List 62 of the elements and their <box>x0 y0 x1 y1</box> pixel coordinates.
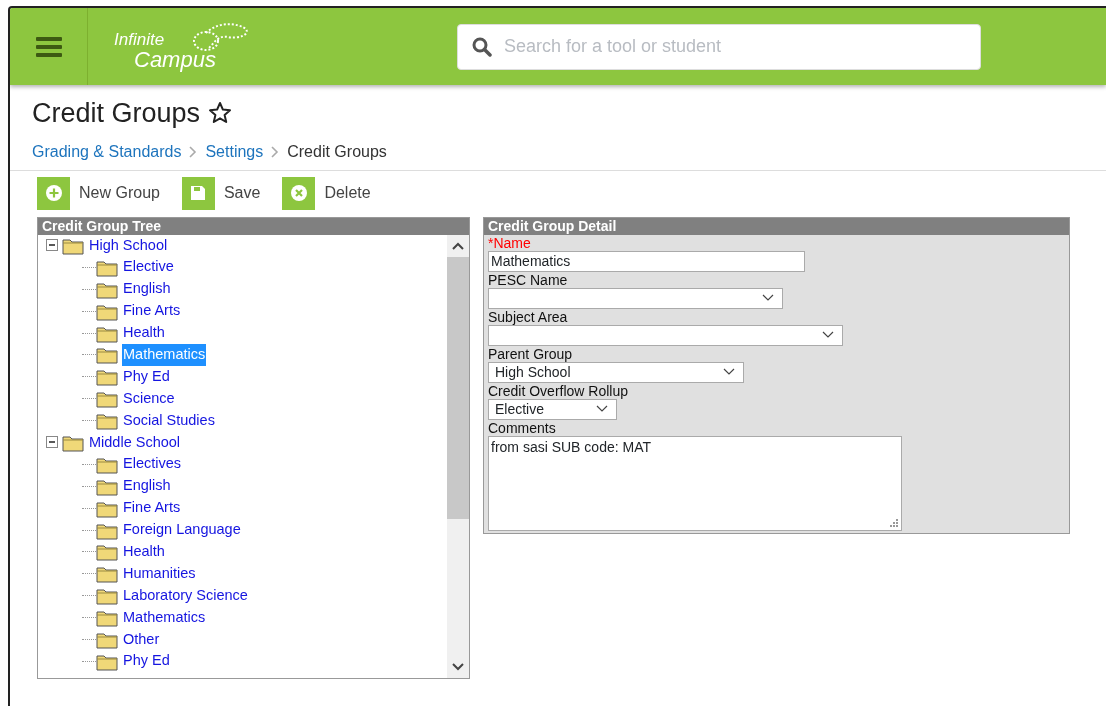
chevron-down-icon <box>596 405 608 413</box>
breadcrumb-link[interactable]: Grading & Standards <box>32 139 182 164</box>
comments-field[interactable]: from sasi SUB code: MAT <box>488 435 902 531</box>
page-title: Credit Groups <box>32 97 201 130</box>
collapse-icon[interactable] <box>46 239 58 252</box>
tree-item[interactable]: Fine Arts <box>122 300 182 322</box>
folder-icon <box>96 564 118 584</box>
tree-item[interactable]: Phy Ed <box>122 650 171 673</box>
close-icon <box>289 184 308 202</box>
star-icon[interactable] <box>208 101 233 126</box>
toolbar-button[interactable]: Save <box>181 176 261 210</box>
dropdown[interactable]: High School <box>488 361 744 383</box>
folder-icon <box>96 608 118 628</box>
field-label: Parent Group <box>487 345 574 362</box>
tree-item[interactable]: Foreign Language <box>122 519 242 541</box>
tree-item[interactable]: Health <box>122 322 166 344</box>
folder-icon <box>96 367 118 387</box>
chevron-icon <box>271 145 280 158</box>
folder-icon <box>96 542 118 562</box>
panel-title: Credit Group Detail <box>484 217 1069 235</box>
tree-item[interactable]: English <box>122 475 172 498</box>
field-label: *Name <box>487 234 532 251</box>
scrollbar-thumb[interactable] <box>447 256 469 519</box>
menu-icon[interactable] <box>35 35 62 58</box>
search-field[interactable]: Search for a tool or student <box>457 23 981 70</box>
tree-item[interactable]: Phy Ed <box>122 365 171 388</box>
tree-item[interactable]: Science <box>122 387 176 410</box>
field-label: Credit Overflow Rollup <box>487 382 630 399</box>
folder-icon <box>96 411 118 431</box>
toolbar-button[interactable]: New Group <box>37 176 160 210</box>
dropdown[interactable]: Elective <box>488 398 617 420</box>
breadcrumb-current: Credit Groups <box>287 141 387 162</box>
tree-item[interactable]: Elective <box>122 256 175 279</box>
tree-item[interactable]: Mathematics <box>122 606 207 629</box>
chevron-down-icon <box>822 331 834 339</box>
field-label: Subject Area <box>487 308 569 325</box>
folder-icon <box>96 586 118 606</box>
field-label: PESC Name <box>487 271 569 288</box>
tree-item[interactable]: Laboratory Science <box>122 584 249 607</box>
toolbar-button[interactable]: Delete <box>282 176 371 210</box>
tree-item[interactable]: Humanities <box>122 562 197 585</box>
field-label: Comments <box>487 419 557 436</box>
text-field[interactable]: Mathematics <box>488 250 805 272</box>
resize-grip-icon[interactable] <box>890 518 898 527</box>
tree-item[interactable]: Social Studies <box>122 409 216 432</box>
folder-icon <box>96 389 118 409</box>
search-icon <box>472 36 492 57</box>
collapse-icon[interactable] <box>46 436 58 449</box>
chevron-icon <box>189 145 198 158</box>
tree-item[interactable]: Electives <box>122 453 183 476</box>
panel-title: Credit Group Tree <box>38 217 469 235</box>
chevron-down-icon <box>762 294 774 302</box>
folder-icon <box>96 345 118 365</box>
tree-item[interactable]: Fine Arts <box>122 497 182 519</box>
chevron-down-icon <box>723 368 735 376</box>
plus-icon <box>44 184 63 202</box>
tree-item[interactable]: High School <box>88 234 169 257</box>
tree-item[interactable]: Middle School <box>88 431 182 454</box>
tree-item[interactable]: English <box>122 278 172 301</box>
tree-item[interactable]: Health <box>122 541 166 563</box>
breadcrumb-link[interactable]: Settings <box>205 139 264 164</box>
tree-item[interactable]: Other <box>122 628 161 651</box>
